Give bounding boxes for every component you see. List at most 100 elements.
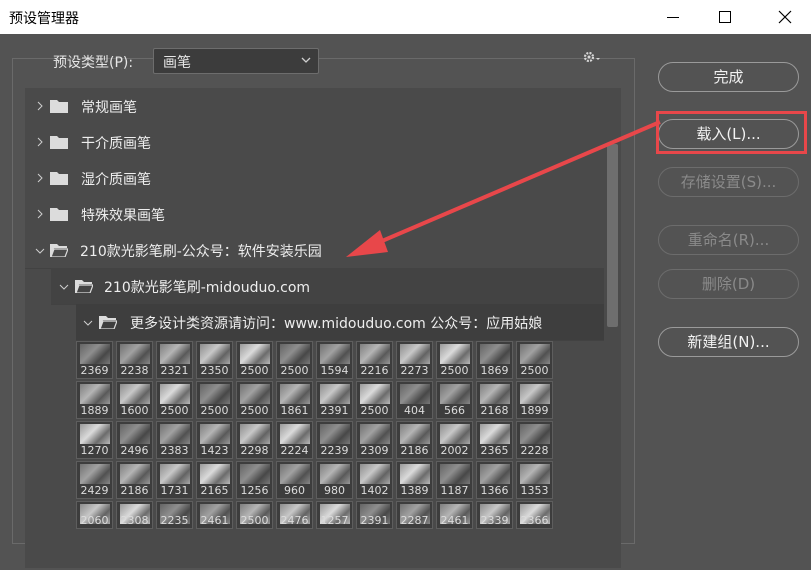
brush-thumbnail[interactable]: 2500: [196, 381, 233, 419]
highlight-box: [656, 111, 807, 154]
folder-icon: [50, 100, 68, 113]
brush-thumbnail[interactable]: 2429: [76, 461, 113, 499]
brush-size-label: 1731: [160, 484, 189, 497]
brush-thumbnail[interactable]: 2273: [396, 341, 433, 379]
brush-thumbnail[interactable]: 2461: [436, 501, 473, 529]
brush-thumbnail[interactable]: 1861: [276, 381, 313, 419]
done-button[interactable]: 完成: [658, 62, 799, 92]
brush-thumbnail[interactable]: 2216: [356, 341, 393, 379]
brush-thumbnail[interactable]: 1270: [76, 421, 113, 459]
brush-thumbnail[interactable]: 2500: [236, 341, 273, 379]
brush-thumbnail[interactable]: 2186: [396, 421, 433, 459]
brush-thumbnail[interactable]: 2298: [236, 421, 273, 459]
brush-thumbnail[interactable]: 2500: [236, 501, 273, 529]
brush-size-label: 1389: [400, 484, 429, 497]
brush-preview: [320, 384, 350, 404]
brush-size-label: 1600: [120, 404, 149, 417]
brush-thumbnail[interactable]: 2383: [156, 421, 193, 459]
brush-thumbnail[interactable]: 2391: [316, 381, 353, 419]
brush-thumbnail[interactable]: 2500: [356, 381, 393, 419]
brush-thumbnail[interactable]: 2365: [476, 421, 513, 459]
brush-size-label: 2186: [400, 444, 429, 457]
brush-preview: [480, 344, 510, 364]
close-button[interactable]: [762, 0, 808, 34]
brush-thumbnail[interactable]: 2060: [76, 501, 113, 529]
save-settings-button[interactable]: 存储设置(S)...: [658, 167, 799, 197]
brush-preview: [80, 424, 110, 444]
brush-size-label: 1402: [360, 484, 389, 497]
brush-thumbnail[interactable]: 2500: [436, 341, 473, 379]
minimize-button[interactable]: [650, 0, 696, 34]
brush-thumbnail[interactable]: 2186: [116, 461, 153, 499]
brush-size-label: 1889: [80, 404, 109, 417]
brush-thumbnail[interactable]: 2496: [116, 421, 153, 459]
brush-thumbnail[interactable]: 2224: [276, 421, 313, 459]
brush-thumbnail[interactable]: 1187: [436, 461, 473, 499]
brush-thumbnail[interactable]: 960: [276, 461, 313, 499]
brush-thumbnail[interactable]: 2500: [276, 341, 313, 379]
brush-thumbnail[interactable]: 566: [436, 381, 473, 419]
brush-thumbnail[interactable]: 1899: [516, 381, 553, 419]
brush-thumbnail[interactable]: 2461: [196, 501, 233, 529]
new-group-button[interactable]: 新建组(N)...: [658, 327, 799, 357]
delete-button[interactable]: 删除(D): [658, 269, 799, 299]
brush-thumbnail[interactable]: 2391: [356, 501, 393, 529]
brush-thumbnail[interactable]: 1353: [516, 461, 553, 499]
brush-thumbnail[interactable]: 2308: [116, 501, 153, 529]
brush-thumbnail[interactable]: 1257: [316, 501, 353, 529]
brush-thumbnail[interactable]: 2321: [156, 341, 193, 379]
rename-button[interactable]: 重命名(R)...: [658, 225, 799, 255]
brush-thumbnail[interactable]: 1402: [356, 461, 393, 499]
folder-label: 特殊效果画笔: [81, 208, 165, 224]
brush-preview: [400, 424, 430, 444]
brush-thumbnail[interactable]: 2228: [516, 421, 553, 459]
brush-preview: [200, 384, 230, 404]
folder-icon: [50, 136, 68, 149]
dialog-body: 预设类型(P): 画笔 常规画笔 干介质画笔 湿介质画笔 特殊效果画笔 210款…: [0, 34, 811, 570]
brush-thumbnail[interactable]: 1731: [156, 461, 193, 499]
brush-thumbnail[interactable]: 2235: [156, 501, 193, 529]
brush-thumbnail[interactable]: 2500: [236, 381, 273, 419]
brush-thumbnail[interactable]: 2239: [316, 421, 353, 459]
brush-thumbnail[interactable]: 404: [396, 381, 433, 419]
brush-thumbnail[interactable]: 2350: [196, 341, 233, 379]
brush-size-label: 2216: [360, 364, 389, 377]
brush-thumbnail[interactable]: 2165: [196, 461, 233, 499]
folder-open-icon: [99, 316, 117, 329]
brush-thumbnail[interactable]: 2339: [476, 501, 513, 529]
brush-thumbnail[interactable]: 2366: [516, 501, 553, 529]
brush-preview: [440, 384, 470, 404]
chevron-down-icon: [59, 284, 69, 290]
folder-icon: [50, 172, 68, 185]
brush-thumbnail[interactable]: 2369: [76, 341, 113, 379]
list-item-subfolder-1[interactable]: 210款光影笔刷-midouduo.com: [51, 268, 604, 305]
brush-thumbnail[interactable]: 2500: [516, 341, 553, 379]
brush-thumbnail[interactable]: 2500: [156, 381, 193, 419]
brush-size-label: 2383: [160, 444, 189, 457]
gear-icon[interactable]: [582, 49, 602, 65]
brush-thumbnail[interactable]: 1594: [316, 341, 353, 379]
brush-thumbnail[interactable]: 2287: [396, 501, 433, 529]
maximize-button[interactable]: [702, 0, 748, 34]
chevron-down-icon: [35, 248, 45, 254]
brush-thumbnail[interactable]: 980: [316, 461, 353, 499]
brush-thumbnail[interactable]: 1366: [476, 461, 513, 499]
brush-thumbnail[interactable]: 2309: [356, 421, 393, 459]
brush-thumbnail[interactable]: 1869: [476, 341, 513, 379]
brush-thumbnail[interactable]: 1600: [116, 381, 153, 419]
list-item-subfolder-2[interactable]: 更多设计类资源请访问：www.midouduo.com 公众号：应用姑娘: [76, 304, 604, 341]
brush-thumbnail[interactable]: 1889: [76, 381, 113, 419]
brush-thumbnail[interactable]: 2168: [476, 381, 513, 419]
brush-thumbnail[interactable]: 2476: [276, 501, 313, 529]
chevron-right-icon: [37, 173, 43, 183]
brush-size-label: 2500: [160, 404, 189, 417]
brush-size-label: 2461: [440, 514, 469, 527]
brush-size-label: 1861: [280, 404, 309, 417]
brush-thumbnail[interactable]: 2238: [116, 341, 153, 379]
brush-thumbnail[interactable]: 1256: [236, 461, 273, 499]
subfolder-label: 更多设计类资源请访问：www.midouduo.com 公众号：应用姑娘: [130, 316, 543, 332]
brush-thumbnail[interactable]: 1423: [196, 421, 233, 459]
brush-thumbnail[interactable]: 1389: [396, 461, 433, 499]
brush-thumbnail[interactable]: 2002: [436, 421, 473, 459]
preset-type-select[interactable]: 画笔: [153, 48, 319, 74]
